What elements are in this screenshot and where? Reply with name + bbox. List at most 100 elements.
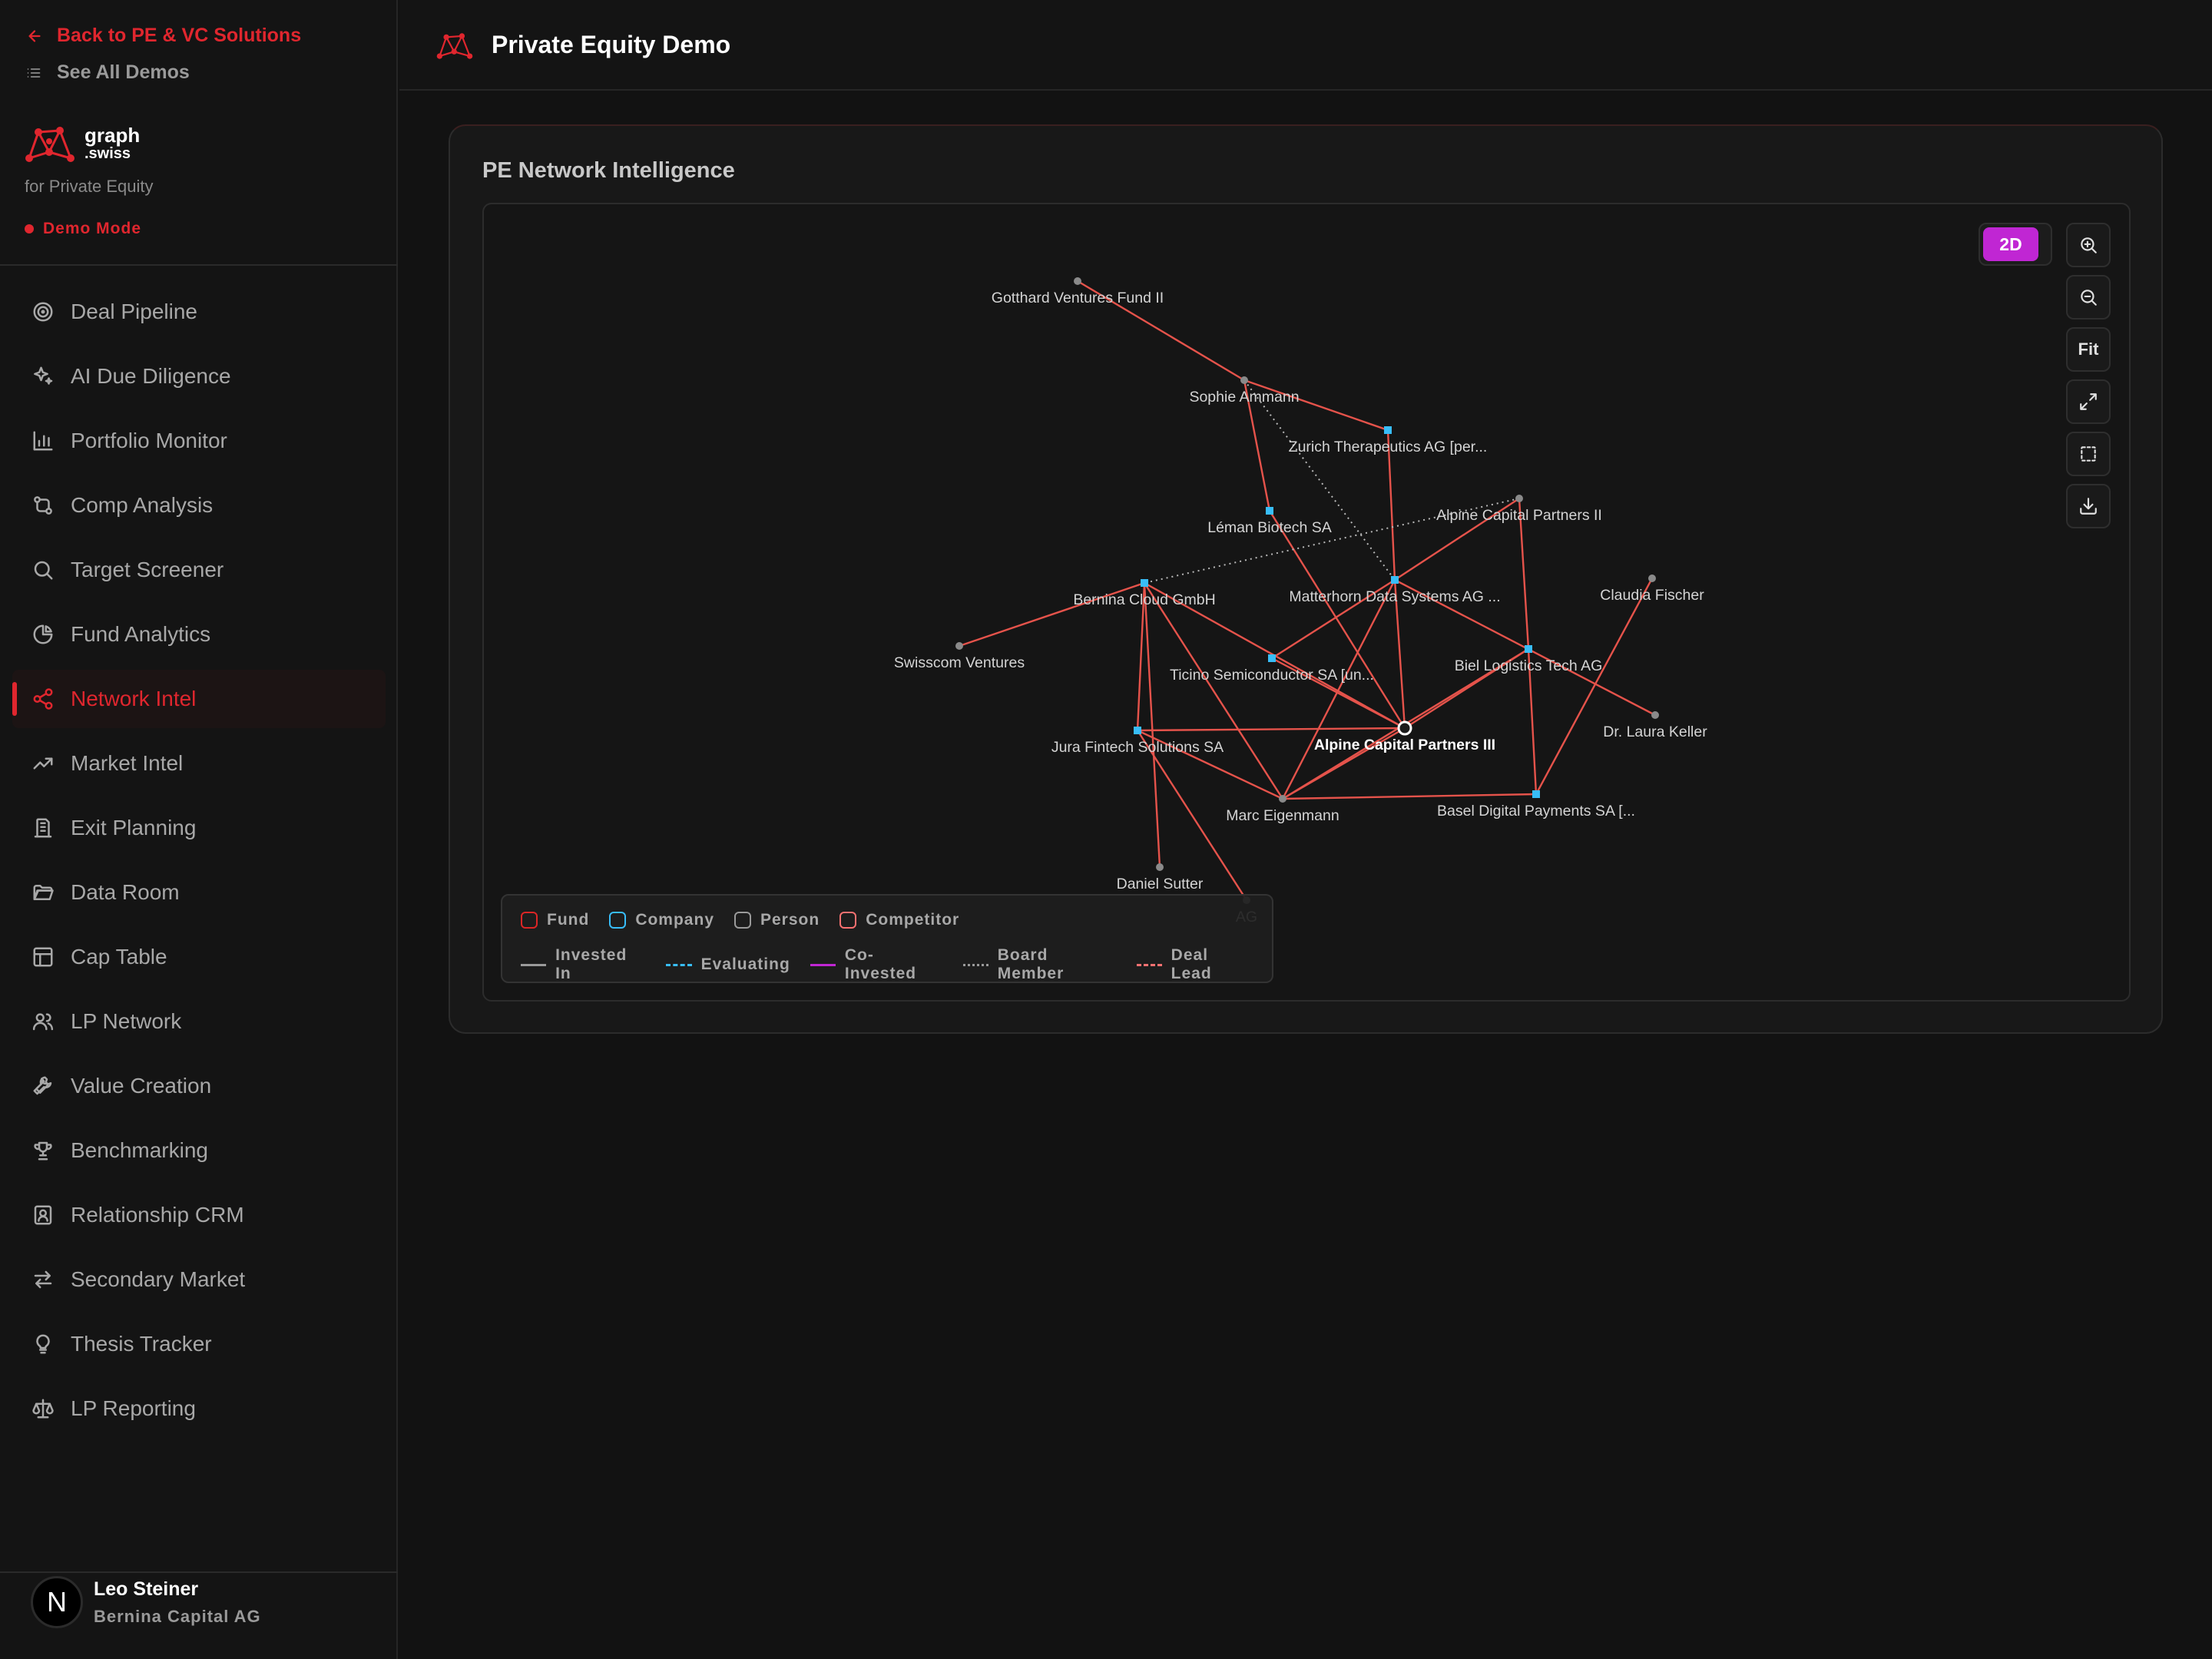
edge-marc-basel[interactable] [1282, 793, 1537, 800]
node-zurich[interactable]: Zurich Therapeutics AG [per... [1289, 426, 1488, 455]
brand-logo[interactable]: graph .swiss [25, 121, 140, 167]
legend-line-swatch [521, 963, 547, 966]
edge-leman-alpine3[interactable] [1268, 510, 1406, 729]
node-biel[interactable]: Biel Logistics Tech AG [1455, 645, 1603, 674]
zoom-out-button[interactable] [2066, 275, 2111, 320]
node-swisscom[interactable]: Swisscom Ventures [894, 642, 1025, 671]
sidebar-item-network-intel[interactable]: Network Intel [12, 670, 386, 728]
node-marker[interactable] [1532, 790, 1540, 798]
legend-line-swatch [962, 963, 988, 966]
sidebar-item-lp-network[interactable]: LP Network [12, 992, 386, 1051]
sidebar-item-label: Comp Analysis [71, 493, 214, 517]
scale-icon [31, 1396, 55, 1421]
node-marker[interactable] [955, 642, 963, 650]
node-sophie[interactable]: Sophie Ammann [1189, 376, 1300, 406]
sidebar-item-lp-reporting[interactable]: LP Reporting [12, 1379, 386, 1438]
bar-chart-icon [31, 429, 55, 453]
node-label: Jura Fintech Solutions SA [1051, 739, 1224, 756]
table-icon [31, 945, 55, 969]
node-jura[interactable]: Jura Fintech Solutions SA [1051, 727, 1224, 756]
node-marc[interactable]: Marc Eigenmann [1226, 795, 1339, 824]
sidebar-item-target-screener[interactable]: Target Screener [12, 541, 386, 599]
sidebar-item-comp-analysis[interactable]: Comp Analysis [12, 476, 386, 535]
sidebar-item-label: LP Reporting [71, 1396, 196, 1420]
node-marker[interactable] [1156, 863, 1164, 871]
sidebar-item-value-creation[interactable]: Value Creation [12, 1057, 386, 1115]
sidebar-item-portfolio-monitor[interactable]: Portfolio Monitor [12, 412, 386, 470]
node-marker[interactable] [1397, 720, 1412, 736]
node-daniel[interactable]: Daniel Sutter [1117, 863, 1204, 892]
user-profile[interactable]: N Leo Steiner Bernina Capital AG [31, 1576, 261, 1628]
node-claudia[interactable]: Claudia Fischer [1600, 575, 1704, 604]
legend-item-person: Person [734, 911, 820, 929]
contact-icon [31, 1203, 55, 1227]
sidebar-item-label: AI Due Diligence [71, 364, 231, 388]
sidebar-item-secondary-market[interactable]: Secondary Market [12, 1250, 386, 1309]
page-title: Private Equity Demo [492, 31, 731, 58]
node-marker[interactable] [1266, 507, 1273, 515]
node-marker[interactable] [1525, 645, 1532, 653]
sidebar-item-label: Relationship CRM [71, 1203, 244, 1227]
node-label: Bernina Cloud GmbH [1073, 591, 1215, 608]
edge-bernina-daniel[interactable] [1143, 582, 1161, 868]
sidebar-item-market-intel[interactable]: Market Intel [12, 734, 386, 793]
node-marker[interactable] [1651, 711, 1659, 719]
sidebar-item-exit-planning[interactable]: Exit Planning [12, 799, 386, 857]
select-box-button[interactable] [2066, 432, 2111, 476]
node-marker[interactable] [1515, 495, 1523, 502]
see-all-demos-link[interactable]: See All Demos [26, 61, 190, 84]
node-marker[interactable] [1391, 576, 1399, 584]
edge-jura-alpine3[interactable] [1137, 727, 1406, 732]
node-marker[interactable] [1141, 579, 1148, 587]
node-alpine3[interactable]: Alpine Capital Partners III [1314, 720, 1495, 753]
node-marker[interactable] [1268, 654, 1276, 662]
node-bernina[interactable]: Bernina Cloud GmbH [1073, 579, 1216, 608]
legend-item-competitor: Competitor [839, 911, 959, 929]
sidebar-item-benchmarking[interactable]: Benchmarking [12, 1121, 386, 1180]
sidebar-item-deal-pipeline[interactable]: Deal Pipeline [12, 283, 386, 341]
node-marker[interactable] [1240, 376, 1248, 384]
edge-sophie-matterhorn[interactable] [1243, 379, 1396, 581]
sidebar-item-fund-analytics[interactable]: Fund Analytics [12, 605, 386, 664]
node-marker[interactable] [1384, 426, 1392, 434]
sidebar-item-data-room[interactable]: Data Room [12, 863, 386, 922]
node-ticino[interactable]: Ticino Semiconductor SA [un... [1170, 654, 1374, 684]
node-gotthard[interactable]: Gotthard Ventures Fund II [992, 277, 1164, 306]
node-marker[interactable] [1279, 795, 1286, 803]
edge-claudia-basel[interactable] [1535, 578, 1654, 795]
target-icon [31, 300, 55, 324]
network-graph[interactable]: Gotthard Ventures Fund II Sophie Ammann Zu… [482, 203, 2131, 1002]
node-laura[interactable]: Dr. Laura Keller [1603, 711, 1707, 740]
node-marker[interactable] [1074, 277, 1081, 285]
download-icon [2080, 498, 2097, 515]
mode-2d-button[interactable]: 2D [1983, 227, 2038, 261]
sidebar-item-cap-table[interactable]: Cap Table [12, 928, 386, 986]
fit-button[interactable]: Fit [2066, 327, 2111, 372]
download-button[interactable] [2066, 484, 2111, 528]
network-canvas[interactable]: Gotthard Ventures Fund II Sophie Ammann Zu… [484, 204, 2131, 1002]
legend-item-fund: Fund [521, 911, 589, 929]
back-link[interactable]: Back to PE & VC Solutions [26, 25, 301, 47]
sidebar-item-label: Network Intel [71, 687, 197, 710]
node-marker[interactable] [1134, 727, 1141, 734]
sidebar-item-ai-due-diligence[interactable]: AI Due Diligence [12, 347, 386, 406]
node-label: Dr. Laura Keller [1603, 724, 1707, 740]
list-icon [27, 68, 41, 78]
mode-toggle[interactable]: 2D [1979, 223, 2052, 266]
node-matterhorn[interactable]: Matterhorn Data Systems AG ... [1289, 576, 1501, 605]
sidebar-item-thesis-tracker[interactable]: Thesis Tracker [12, 1315, 386, 1373]
selection-icon [2081, 446, 2096, 462]
sidebar-item-label: Market Intel [71, 751, 184, 775]
legend-line-swatch [1136, 963, 1162, 966]
node-alpine2[interactable]: Alpine Capital Partners II [1436, 495, 1602, 524]
node-marker[interactable] [1648, 575, 1656, 582]
user-name: Leo Steiner [94, 1578, 199, 1600]
node-leman[interactable]: Léman Biotech SA [1207, 507, 1332, 536]
node-label: Gotthard Ventures Fund II [992, 290, 1164, 306]
zoom-in-button[interactable] [2066, 223, 2111, 267]
fullscreen-button[interactable] [2066, 379, 2111, 424]
legend-swatch [839, 912, 857, 929]
sidebar-item-label: Thesis Tracker [71, 1332, 212, 1356]
node-layer: Gotthard Ventures Fund II Sophie Ammann Zu… [894, 277, 1707, 926]
sidebar-item-relationship-crm[interactable]: Relationship CRM [12, 1186, 386, 1244]
